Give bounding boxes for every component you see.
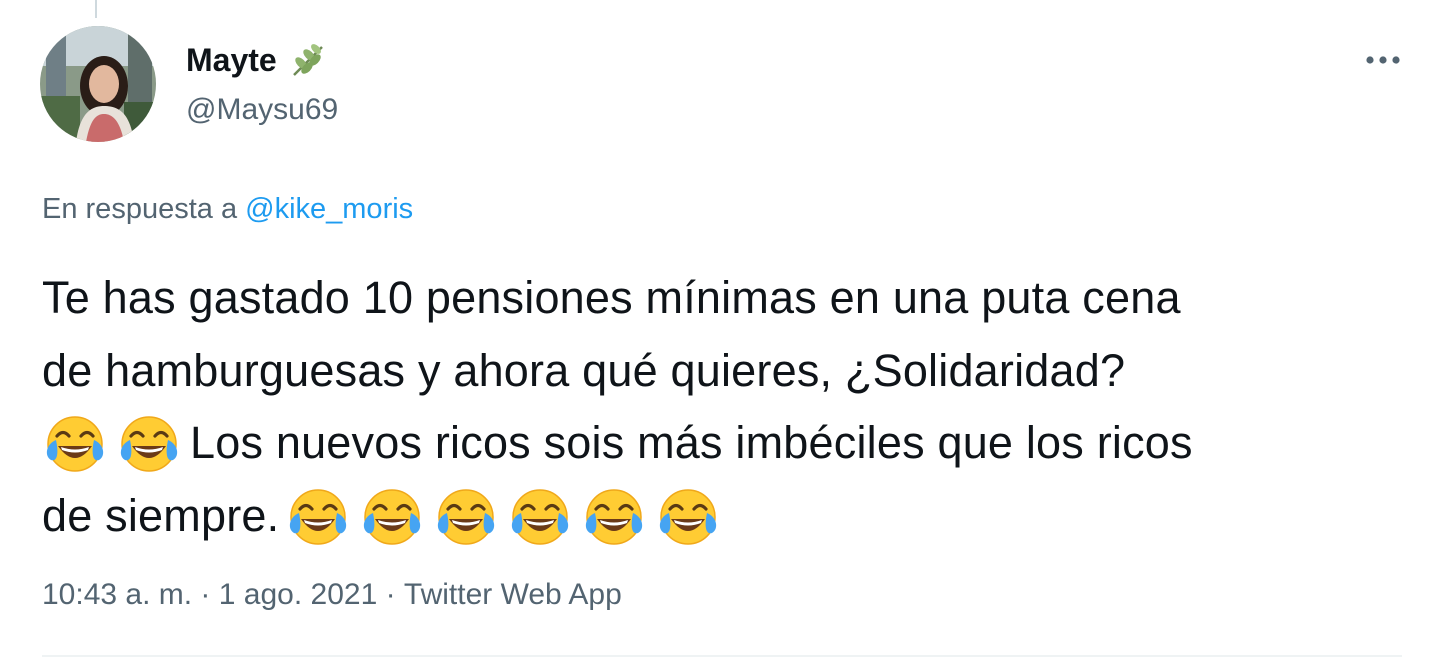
tweet-text-segment: Los nuevos ricos sois más imbéciles que …: [190, 417, 1193, 468]
face-with-tears-of-joy-icon: [285, 483, 351, 549]
reply-prefix: En respuesta a: [42, 193, 238, 225]
face-with-tears-of-joy-icon: [42, 410, 108, 476]
face-with-tears-of-joy-icon: [507, 483, 573, 549]
avatar[interactable]: [40, 26, 156, 142]
face-with-tears-of-joy-icon: [655, 483, 721, 549]
face-with-tears-of-joy-icon: [359, 483, 425, 549]
tweet-text-line: Los nuevos ricos sois más imbéciles que …: [42, 407, 1422, 480]
tweet-body: Te has gastado 10 pensiones mínimas en u…: [42, 262, 1422, 552]
meta-separator: ·: [377, 578, 404, 611]
meta-separator: ·: [192, 578, 219, 611]
tweet-text-line: Te has gastado 10 pensiones mínimas en u…: [42, 262, 1422, 335]
divider: [42, 655, 1402, 657]
more-options-button[interactable]: [1360, 40, 1406, 80]
tweet-card: Mayte @Maysu69 En respuesta a @kike_mori…: [0, 0, 1440, 661]
more-horizontal-icon: [1366, 56, 1400, 64]
thread-connector-line: [95, 0, 97, 18]
tweet-date[interactable]: 1 ago. 2021: [219, 573, 377, 617]
tweet-text-segment: Te has gastado 10 pensiones mínimas en u…: [42, 272, 1181, 323]
tweet-text-segment: de siempre.: [42, 489, 280, 541]
tweet-metadata: 10:43 a. m. · 1 ago. 2021 · Twitter Web …: [42, 573, 622, 617]
tweet-time[interactable]: 10:43 a. m.: [42, 573, 192, 617]
tweet-text-line: de siempre.: [42, 480, 1422, 553]
face-with-tears-of-joy-icon: [116, 410, 182, 476]
author-handle[interactable]: @Maysu69: [186, 90, 338, 130]
reply-context: En respuesta a @kike_moris: [42, 190, 413, 228]
tweet-source[interactable]: Twitter Web App: [404, 573, 622, 617]
author-display-name[interactable]: Mayte: [186, 40, 277, 80]
tweet-text-line: de hamburguesas y ahora qué quieres, ¿So…: [42, 335, 1422, 408]
herb-sprig-icon: [292, 44, 323, 76]
face-with-tears-of-joy-icon: [433, 483, 499, 549]
author-name-row: Mayte: [186, 40, 327, 80]
tweet-text-segment: de hamburguesas y ahora qué quieres, ¿So…: [42, 344, 1126, 396]
face-with-tears-of-joy-icon: [581, 483, 647, 549]
reply-to-handle-link[interactable]: @kike_moris: [245, 193, 413, 225]
